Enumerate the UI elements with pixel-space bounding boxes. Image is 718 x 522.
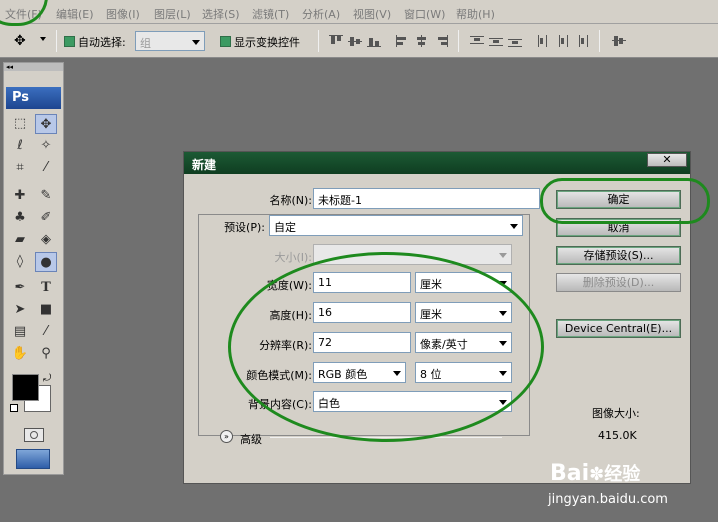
- save-preset-button[interactable]: 存储预设(S)...: [556, 246, 681, 265]
- auto-select-value: 组: [140, 37, 151, 50]
- close-icon: ✕: [662, 153, 672, 166]
- menu-layer[interactable]: 图层(L): [154, 6, 191, 22]
- chevron-down-icon: [192, 40, 200, 45]
- menu-help[interactable]: 帮助(H): [456, 6, 495, 22]
- menu-analysis[interactable]: 分析(A): [302, 6, 340, 22]
- close-button[interactable]: ✕: [647, 153, 687, 167]
- foreground-color-swatch[interactable]: [12, 374, 39, 401]
- paint-bucket-tool-icon[interactable]: ◈: [35, 230, 57, 250]
- photoshop-logo: Ps: [6, 87, 61, 109]
- clone-stamp-tool-icon[interactable]: ♣: [9, 208, 31, 228]
- menu-select[interactable]: 选择(S): [202, 6, 240, 22]
- hand-tool-icon[interactable]: ✋: [9, 344, 31, 364]
- move-tool-icon[interactable]: ✥: [35, 114, 57, 134]
- auto-select-label: 自动选择:: [78, 36, 126, 49]
- distribute-left-icon[interactable]: [537, 35, 551, 47]
- tool-preset-chevron-icon[interactable]: [40, 37, 46, 41]
- auto-align-layers-icon[interactable]: [612, 35, 626, 47]
- history-brush-tool-icon[interactable]: ✐: [35, 208, 57, 228]
- name-label: 名称(N):: [269, 194, 312, 207]
- annotation-circle-ok-button: [540, 178, 710, 224]
- distribute-hcenter-icon[interactable]: [556, 35, 570, 47]
- default-colors-icon[interactable]: [10, 404, 18, 412]
- align-top-icon[interactable]: [329, 35, 343, 47]
- slice-tool-icon[interactable]: ⁄: [35, 158, 57, 178]
- eraser-tool-icon[interactable]: ▰: [9, 230, 31, 250]
- name-input[interactable]: 未标题-1: [313, 188, 540, 209]
- baidu-watermark-url: jingyan.baidu.com: [548, 492, 668, 507]
- device-central-button[interactable]: Device Central(E)...: [556, 319, 681, 338]
- menu-filter[interactable]: 滤镜(T): [252, 6, 289, 22]
- advanced-label: 高级: [240, 433, 262, 446]
- preset-value: 自定: [274, 221, 296, 234]
- eyedropper-tool-icon[interactable]: ⁄: [35, 322, 57, 342]
- magic-wand-tool-icon[interactable]: ✧: [35, 136, 57, 156]
- distribute-top-icon[interactable]: [470, 35, 484, 47]
- notes-tool-icon[interactable]: ▤: [9, 322, 31, 342]
- align-hcenter-icon[interactable]: [415, 35, 429, 47]
- toolbox: ◂◂ Ps ⬚ ✥ ℓ ✧ ⌗ ⁄ ✚ ✎ ♣ ✐ ▰ ◈ ◊ ● ✒ T ➤ …: [3, 62, 64, 475]
- size-label: 大小(I):: [274, 251, 312, 264]
- image-size-label: 图像大小:: [592, 407, 640, 420]
- options-bar: ✥ 自动选择: 组 显示变换控件: [0, 24, 718, 58]
- align-vcenter-icon[interactable]: [348, 35, 362, 47]
- zoom-tool-icon[interactable]: ⚲: [35, 344, 57, 364]
- path-selection-tool-icon[interactable]: ➤: [9, 300, 31, 320]
- marquee-tool-icon[interactable]: ⬚: [9, 114, 31, 134]
- dialog-title-bar: 新建: [184, 152, 690, 174]
- screen-mode-icon[interactable]: [16, 449, 50, 469]
- dodge-tool-icon[interactable]: ●: [35, 252, 57, 272]
- lasso-tool-icon[interactable]: ℓ: [9, 136, 31, 156]
- rectangle-tool-icon[interactable]: ■: [35, 300, 57, 320]
- blur-tool-icon[interactable]: ◊: [9, 252, 31, 272]
- menu-view[interactable]: 视图(V): [353, 6, 391, 22]
- separator: [318, 30, 319, 52]
- chevron-down-icon: [510, 224, 518, 229]
- expand-advanced-icon[interactable]: »: [220, 430, 233, 443]
- distribute-right-icon[interactable]: [575, 35, 589, 47]
- show-transform-checkbox[interactable]: [220, 36, 231, 47]
- annotation-circle-size-settings: [228, 252, 544, 442]
- pen-tool-icon[interactable]: ✒: [9, 278, 31, 298]
- move-tool-icon[interactable]: ✥: [14, 33, 26, 49]
- align-left-icon[interactable]: [396, 35, 410, 47]
- separator: [599, 30, 600, 52]
- distribute-vcenter-icon[interactable]: [489, 35, 503, 47]
- separator: [458, 30, 459, 52]
- menu-window[interactable]: 窗口(W): [404, 6, 445, 22]
- toolbox-collapse-icon[interactable]: ◂◂: [4, 63, 63, 71]
- baidu-watermark-logo: Bai✽经验: [550, 460, 640, 486]
- watermark-brand-suffix: 经验: [604, 464, 641, 485]
- align-bottom-icon[interactable]: [367, 35, 381, 47]
- quick-mask-icon[interactable]: [24, 428, 44, 442]
- auto-select-checkbox[interactable]: [64, 36, 75, 47]
- watermark-brand: Bai: [550, 461, 590, 486]
- type-tool-icon[interactable]: T: [35, 278, 57, 298]
- separator: [56, 30, 57, 52]
- menu-bar: 文件(F) 编辑(E) 图像(I) 图层(L) 选择(S) 滤镜(T) 分析(A…: [0, 0, 718, 24]
- menu-image[interactable]: 图像(I): [106, 6, 140, 22]
- show-transform-label: 显示变换控件: [234, 36, 300, 49]
- preset-label: 预设(P):: [214, 219, 267, 235]
- align-right-icon[interactable]: [434, 35, 448, 47]
- menu-edit[interactable]: 编辑(E): [56, 6, 94, 22]
- auto-select-dropdown[interactable]: 组: [135, 31, 205, 51]
- preset-dropdown[interactable]: 自定: [269, 215, 523, 236]
- healing-brush-tool-icon[interactable]: ✚: [9, 186, 31, 206]
- dialog-title: 新建: [192, 158, 217, 172]
- distribute-bottom-icon[interactable]: [508, 35, 522, 47]
- swap-colors-icon[interactable]: ⤾: [43, 373, 51, 384]
- delete-preset-button: 删除预设(D)...: [556, 273, 681, 292]
- image-size-value: 415.0K: [598, 429, 637, 442]
- chevron-down-icon: [499, 253, 507, 258]
- crop-tool-icon[interactable]: ⌗: [9, 158, 31, 178]
- brush-tool-icon[interactable]: ✎: [35, 186, 57, 206]
- paw-icon: ✽: [589, 464, 605, 485]
